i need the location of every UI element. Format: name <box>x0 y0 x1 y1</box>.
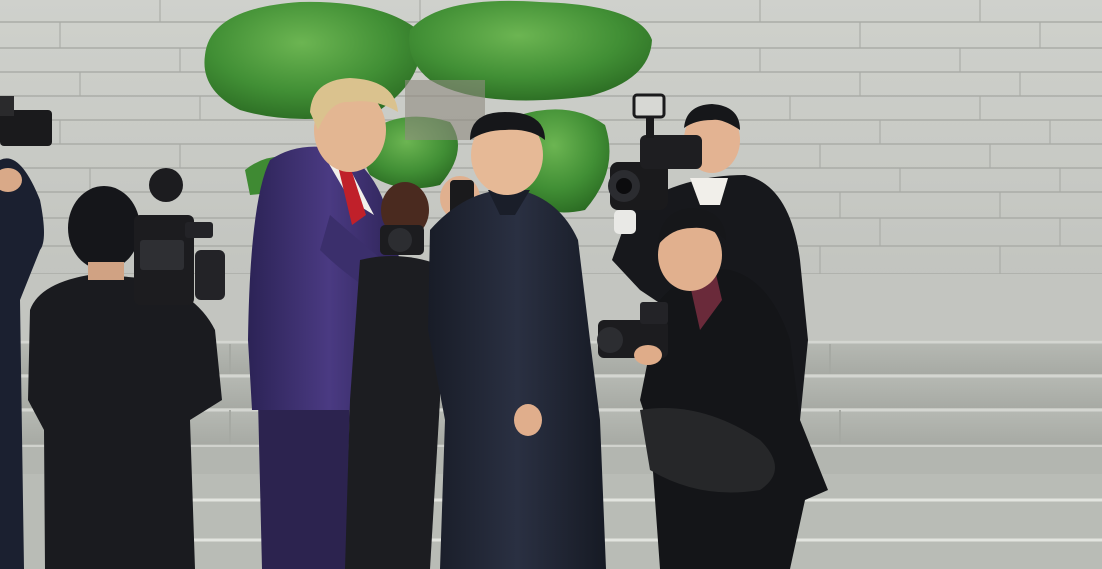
scene-canvas <box>0 0 1102 569</box>
photo-scene <box>0 0 1102 569</box>
